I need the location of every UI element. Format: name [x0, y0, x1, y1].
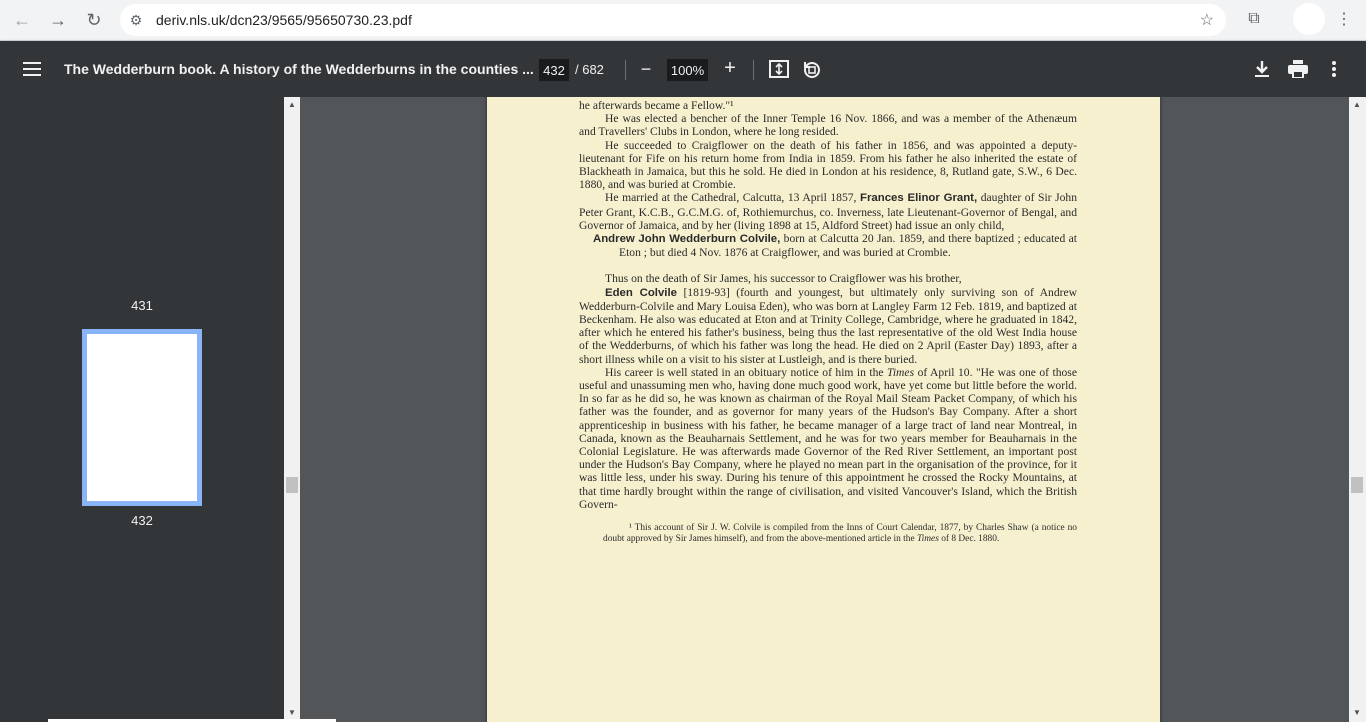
- page-number-input[interactable]: 432: [539, 59, 569, 81]
- text-span: His career is well stated in an obituary…: [605, 365, 884, 379]
- text-span: He married at the Cathedral, Calcutta, 1…: [605, 191, 857, 205]
- toolbar-divider: [753, 60, 754, 80]
- browser-menu-icon[interactable]: ⋮: [1334, 5, 1354, 33]
- page-total: / 682: [575, 62, 604, 77]
- browser-chrome: ← → ↻ ⚙ deriv.nls.uk/dcn23/9565/95650730…: [0, 0, 1366, 41]
- paragraph: Thus on the death of Sir James, his succ…: [605, 272, 962, 286]
- main-scrollbar[interactable]: ▲ ▼: [1349, 97, 1366, 722]
- fit-to-page-icon[interactable]: [767, 57, 791, 81]
- pdf-toolbar: The Wedderburn book. A history of the We…: [0, 41, 1366, 97]
- scroll-up-arrow-icon[interactable]: ▲: [284, 97, 300, 111]
- bookmark-star-icon[interactable]: ☆: [1200, 10, 1214, 30]
- document-title: The Wedderburn book. A history of the We…: [64, 61, 534, 77]
- address-bar[interactable]: ⚙ deriv.nls.uk/dcn23/9565/95650730.23.pd…: [120, 4, 1226, 36]
- scroll-down-arrow-icon[interactable]: ▼: [1349, 705, 1365, 719]
- zoom-level-input[interactable]: 100%: [667, 59, 708, 81]
- footnote: ¹ This account of Sir J. W. Colvile is c…: [579, 523, 1077, 544]
- rotate-icon[interactable]: [800, 57, 824, 81]
- page-text: he afterwards became a Fellow."¹ He was …: [579, 99, 1077, 544]
- sidebar-scroll-thumb[interactable]: [286, 477, 298, 493]
- main-scroll-thumb[interactable]: [1351, 477, 1363, 493]
- text-span: of 8 Dec. 1880.: [941, 533, 1000, 544]
- extensions-icon[interactable]: ⧉: [1240, 5, 1268, 33]
- person-name: Eden Colvile: [605, 286, 677, 299]
- scroll-down-arrow-icon[interactable]: ▼: [284, 705, 300, 719]
- pdf-viewer[interactable]: he afterwards became a Fellow."¹ He was …: [300, 97, 1349, 722]
- thumbnail-sidebar: 431 432: [0, 97, 284, 722]
- thumbnail-label-431: 431: [131, 298, 153, 313]
- more-options-icon[interactable]: [1322, 57, 1346, 81]
- forward-icon[interactable]: →: [40, 3, 76, 37]
- profile-avatar[interactable]: [1293, 3, 1325, 35]
- back-icon[interactable]: ←: [4, 3, 40, 37]
- scroll-up-arrow-icon[interactable]: ▲: [1349, 97, 1365, 111]
- person-name: Andrew John Wedderburn Colvile,: [593, 233, 781, 246]
- site-info-icon[interactable]: ⚙: [122, 6, 150, 34]
- sidebar-scrollbar[interactable]: ▲ ▼: [284, 97, 300, 722]
- paragraph: Eden Colvile [1819-93] (fourth and young…: [579, 286, 1077, 366]
- person-name: Frances Elinor Grant,: [860, 192, 978, 205]
- download-icon[interactable]: [1250, 57, 1274, 81]
- paragraph: His career is well stated in an obituary…: [579, 366, 1077, 511]
- paragraph: He married at the Cathedral, Calcutta, 1…: [579, 191, 1077, 232]
- pdf-page: he afterwards became a Fellow."¹ He was …: [487, 97, 1160, 722]
- url-text[interactable]: deriv.nls.uk/dcn23/9565/95650730.23.pdf: [156, 12, 412, 28]
- paragraph: He succeeded to Craigflower on the death…: [579, 138, 1077, 192]
- italic-text: Times: [887, 365, 915, 379]
- reload-icon[interactable]: ↻: [76, 3, 112, 37]
- italic-text: Times: [916, 533, 939, 544]
- zoom-out-button[interactable]: −: [634, 57, 658, 81]
- paragraph: Andrew John Wedderburn Colvile, born at …: [579, 232, 1077, 259]
- sidebar-menu-icon[interactable]: [16, 55, 48, 83]
- thumbnail-label-432: 432: [131, 513, 153, 528]
- paragraph: He was elected a bencher of the Inner Te…: [579, 112, 1077, 139]
- text-span: of April 10. "He was one of those useful…: [579, 365, 1077, 511]
- text-line: he afterwards became a Fellow."¹: [579, 99, 734, 112]
- text-span: ¹ This account of Sir J. W. Colvile is c…: [603, 523, 1077, 544]
- print-icon[interactable]: [1286, 57, 1310, 81]
- toolbar-divider: [625, 60, 626, 80]
- thumbnail-page-432[interactable]: [82, 329, 202, 506]
- zoom-in-button[interactable]: +: [718, 56, 742, 80]
